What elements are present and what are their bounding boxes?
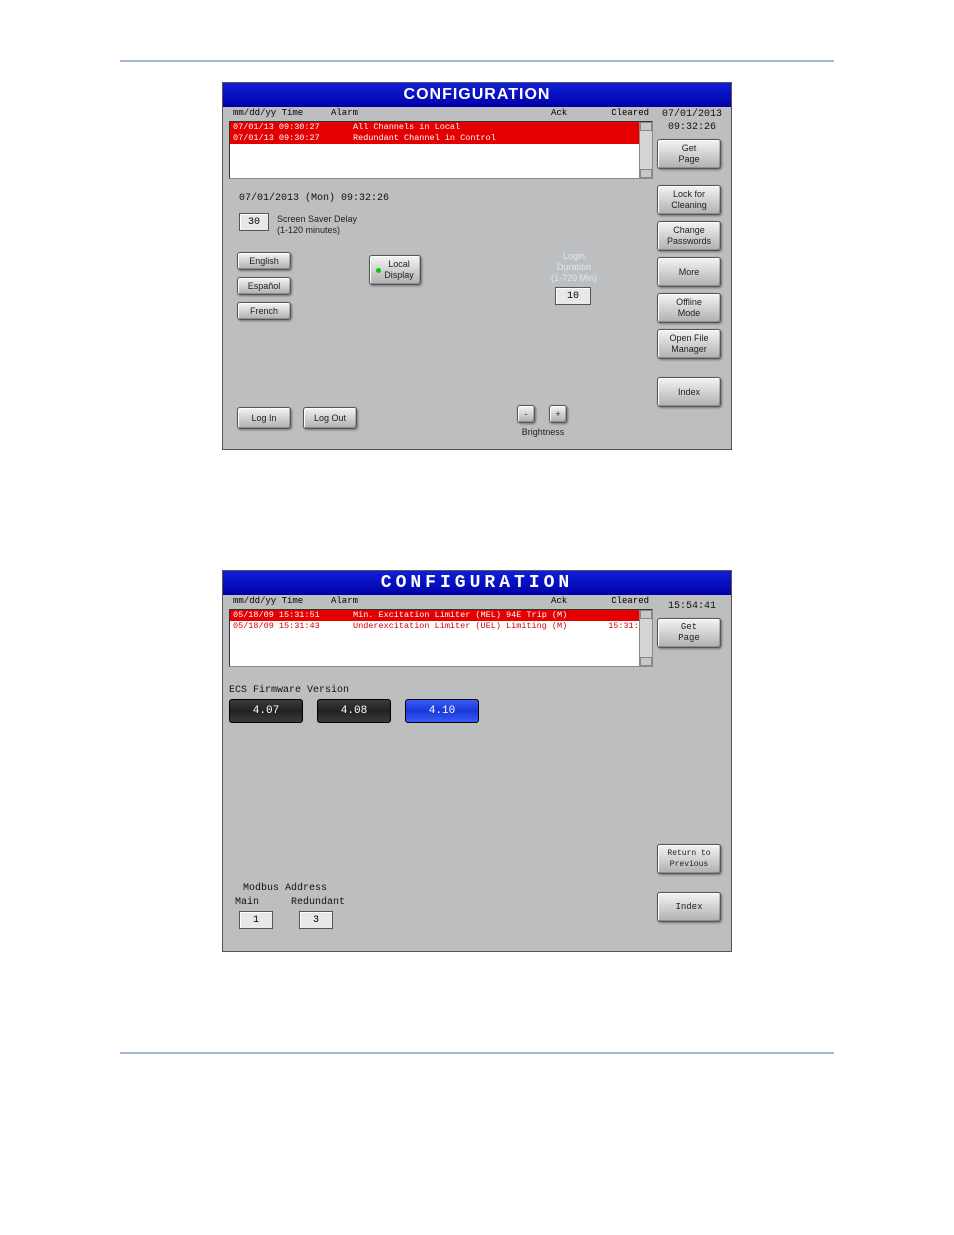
app-window: CONFIGURATION mm/dd/yy Time Alarm Ack Cl… (222, 82, 732, 450)
alarm-table: 07/01/13 09:30:27All Channels in Local07… (229, 121, 653, 179)
login-duration-l1: Login (539, 251, 609, 261)
return-to-previous-button[interactable]: Return to Previous (657, 844, 721, 874)
modbus-main-field[interactable]: 1 (239, 911, 273, 929)
screenshot-2: CONFIGURATION mm/dd/yy Time Alarm Ack Cl… (222, 570, 732, 952)
modbus-redundant-label: Redundant (291, 897, 345, 908)
lock-for-cleaning-button[interactable]: Lock for Cleaning (657, 185, 721, 215)
screenshot-1: CONFIGURATION mm/dd/yy Time Alarm Ack Cl… (222, 82, 732, 450)
lang-english-button[interactable]: English (237, 252, 291, 270)
col-datetime: mm/dd/yy Time (233, 596, 323, 609)
alarm-scrollbar[interactable] (639, 122, 652, 178)
brightness-decrease-button[interactable]: - (517, 405, 535, 423)
alarm-message: All Channels in Local (353, 122, 595, 133)
sidebar: 07/01/2013 09:32:26 Get Page Lock for Cl… (657, 107, 727, 443)
get-page-button[interactable]: Get Page (657, 139, 721, 169)
alarm-table-header: mm/dd/yy Time Alarm Ack Cleared (229, 107, 653, 121)
col-alarm: Alarm (331, 108, 543, 121)
index-button[interactable]: Index (657, 892, 721, 922)
app-window: CONFIGURATION mm/dd/yy Time Alarm Ack Cl… (222, 570, 732, 952)
col-cleared: Cleared (599, 596, 649, 609)
alarm-datetime: 07/01/13 09:30:27 (233, 122, 347, 133)
sidebar-time: 15:54:41 (657, 601, 727, 612)
firmware-version-button[interactable]: 4.07 (229, 699, 303, 723)
alarm-row[interactable]: 05/18/09 15:31:43 Underexcitation Limiter… (230, 621, 652, 632)
brightness-label: Brightness (517, 427, 569, 437)
login-button[interactable]: Log In (237, 407, 291, 429)
screen-saver-delay-field[interactable]: 30 (239, 213, 269, 231)
modbus-redundant-field[interactable]: 3 (299, 911, 333, 929)
login-duration-l2: Duration (539, 262, 609, 272)
alarm-message: Redundant Channel in Control (353, 133, 595, 144)
title-bar: CONFIGURATION (223, 571, 731, 595)
screen-saver-label: Screen Saver Delay (277, 214, 357, 224)
alarm-scrollbar[interactable] (639, 610, 652, 666)
modbus-main-label: Main (235, 897, 259, 908)
col-ack: Ack (551, 596, 591, 609)
bottom-rule (120, 1052, 834, 1054)
alarm-table: 05/18/09 15:31:51 Min. Excitation Limiter… (229, 609, 653, 667)
sidebar-date: 07/01/2013 (657, 109, 727, 120)
alarm-table-header: mm/dd/yy Time Alarm Ack Cleared (229, 595, 653, 609)
col-datetime: mm/dd/yy Time (233, 108, 323, 121)
alarm-datetime: 05/18/09 15:31:43 (233, 621, 347, 632)
offline-mode-button[interactable]: Offline Mode (657, 293, 721, 323)
screen-saver-range: (1-120 minutes) (277, 225, 340, 235)
top-rule (120, 60, 834, 62)
sidebar-time: 09:32:26 (657, 122, 727, 133)
title-bar: CONFIGURATION (223, 83, 731, 107)
brightness-increase-button[interactable]: + (549, 405, 567, 423)
alarm-row[interactable]: 05/18/09 15:31:51 Min. Excitation Limiter… (230, 610, 652, 621)
alarm-datetime: 05/18/09 15:31:51 (233, 610, 347, 621)
login-duration-field[interactable]: 10 (555, 287, 591, 305)
alarm-message: Min. Excitation Limiter (MEL) 94E Trip (… (353, 610, 595, 621)
col-ack: Ack (551, 108, 591, 121)
col-cleared: Cleared (599, 108, 649, 121)
local-display-label: Local Display (384, 259, 414, 281)
indicator-dot-icon (376, 268, 381, 273)
modbus-address-label: Modbus Address (243, 883, 327, 894)
index-button[interactable]: Index (657, 377, 721, 407)
get-page-button[interactable]: Get Page (657, 618, 721, 648)
alarm-row[interactable]: 07/01/13 09:30:27 All Channels in Local (230, 122, 652, 133)
firmware-version-label: ECS Firmware Version (229, 685, 349, 696)
change-passwords-button[interactable]: Change Passwords (657, 221, 721, 251)
sidebar: 15:54:41 Get Page Return to Previous Ind… (657, 595, 727, 945)
lang-espanol-button[interactable]: Español (237, 277, 291, 295)
alarm-row[interactable]: 07/01/13 09:30:27 Redundant Channel in Co… (230, 133, 652, 144)
logout-button[interactable]: Log Out (303, 407, 357, 429)
col-alarm: Alarm (331, 596, 543, 609)
more-button[interactable]: More (657, 257, 721, 287)
alarm-datetime: 07/01/13 09:30:27 (233, 133, 347, 144)
firmware-version-button[interactable]: 4.10 (405, 699, 479, 723)
current-datetime: 07/01/2013 (Mon) 09:32:26 (239, 193, 389, 204)
firmware-version-button[interactable]: 4.08 (317, 699, 391, 723)
login-duration-range: (1-720 Min) (539, 273, 609, 283)
local-display-button[interactable]: Local Display (369, 255, 421, 285)
lang-french-button[interactable]: French (237, 302, 291, 320)
open-file-manager-button[interactable]: Open File Manager (657, 329, 721, 359)
alarm-message: Underexcitation Limiter (UEL) Limiting (… (353, 621, 595, 632)
